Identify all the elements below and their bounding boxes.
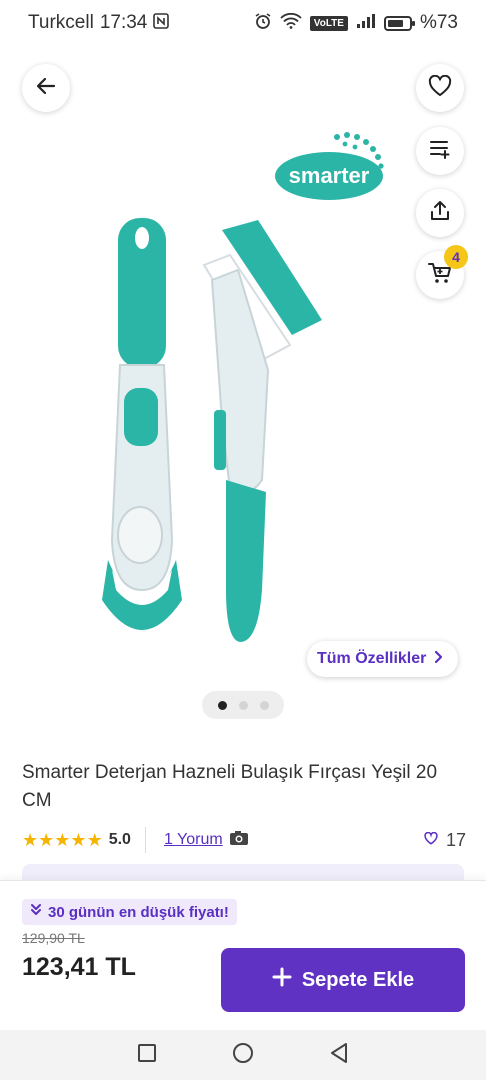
add-to-cart-label: Sepete Ekle bbox=[301, 968, 415, 991]
battery-icon bbox=[383, 15, 415, 31]
star-icon: ★ bbox=[38, 829, 55, 850]
brand-logo-text: smarter bbox=[289, 163, 370, 188]
star-rating: ★★★★★ bbox=[22, 830, 103, 851]
back-button[interactable] bbox=[22, 64, 70, 112]
product-photo-right-brush bbox=[202, 220, 322, 642]
signal-icon bbox=[356, 13, 376, 33]
brand-logo: smarter bbox=[275, 132, 384, 200]
favorite-button[interactable] bbox=[416, 64, 464, 112]
rating-value: 5.0 bbox=[108, 831, 131, 848]
alarm-icon bbox=[254, 12, 272, 34]
clock: 17:34 bbox=[99, 12, 148, 33]
lowest-price-label: 30 günün en düşük fiyatı! bbox=[48, 903, 229, 921]
rating-row: ★★★★★ 5.0 1 Yorum 17 bbox=[22, 826, 466, 854]
chevron-right-icon bbox=[434, 650, 444, 669]
pagination-dot[interactable] bbox=[217, 700, 227, 710]
all-features-button[interactable]: Tüm Özellikler bbox=[307, 641, 459, 677]
likes-count[interactable]: 17 bbox=[424, 830, 466, 851]
home-circle-icon[interactable] bbox=[232, 1042, 254, 1069]
pagination-dot[interactable] bbox=[259, 700, 269, 710]
star-icon: ★ bbox=[54, 829, 71, 850]
wifi-icon bbox=[280, 12, 302, 33]
divider bbox=[144, 827, 146, 853]
product-photo-left-brush bbox=[102, 218, 182, 630]
nfc-icon bbox=[153, 13, 170, 33]
heart-icon bbox=[428, 74, 452, 102]
product-title: Smarter Deterjan Hazneli Bulaşık Fırçası… bbox=[22, 762, 438, 811]
heart-outline-icon bbox=[424, 831, 438, 849]
star-icon: ★ bbox=[70, 829, 87, 850]
camera-icon bbox=[229, 830, 249, 850]
old-price: 129,90 TL bbox=[22, 930, 85, 946]
likes-value: 17 bbox=[445, 829, 466, 850]
recents-square-icon[interactable] bbox=[137, 1043, 157, 1068]
volte-badge: VoLTE bbox=[309, 15, 348, 31]
pagination-dot[interactable] bbox=[238, 700, 248, 710]
product-image-carousel[interactable]: smarter bbox=[0, 120, 486, 680]
image-pagination[interactable] bbox=[202, 691, 284, 719]
system-nav-bar bbox=[0, 1030, 486, 1080]
status-bar: Turkcell 17:34 VoLTE %73 bbox=[0, 0, 486, 46]
star-icon: ★ bbox=[22, 829, 39, 850]
battery-percent: %73 bbox=[419, 12, 458, 33]
double-chevron-down-icon bbox=[30, 903, 42, 921]
plus-icon bbox=[272, 967, 292, 993]
add-to-cart-button[interactable]: Sepete Ekle bbox=[221, 948, 465, 1012]
current-price: 123,41 TL bbox=[22, 953, 136, 981]
lowest-price-badge: 30 günün en düşük fiyatı! bbox=[22, 899, 237, 925]
all-features-label: Tüm Özellikler bbox=[317, 650, 427, 667]
back-arrow-icon bbox=[35, 75, 57, 102]
star-icon: ★ bbox=[86, 829, 103, 850]
purchase-bar: 30 günün en düşük fiyatı! 129,90 TL 123,… bbox=[0, 880, 486, 1030]
reviews-link[interactable]: 1 Yorum bbox=[164, 831, 223, 849]
carrier-label: Turkcell bbox=[28, 12, 94, 33]
back-triangle-icon[interactable] bbox=[329, 1042, 349, 1069]
